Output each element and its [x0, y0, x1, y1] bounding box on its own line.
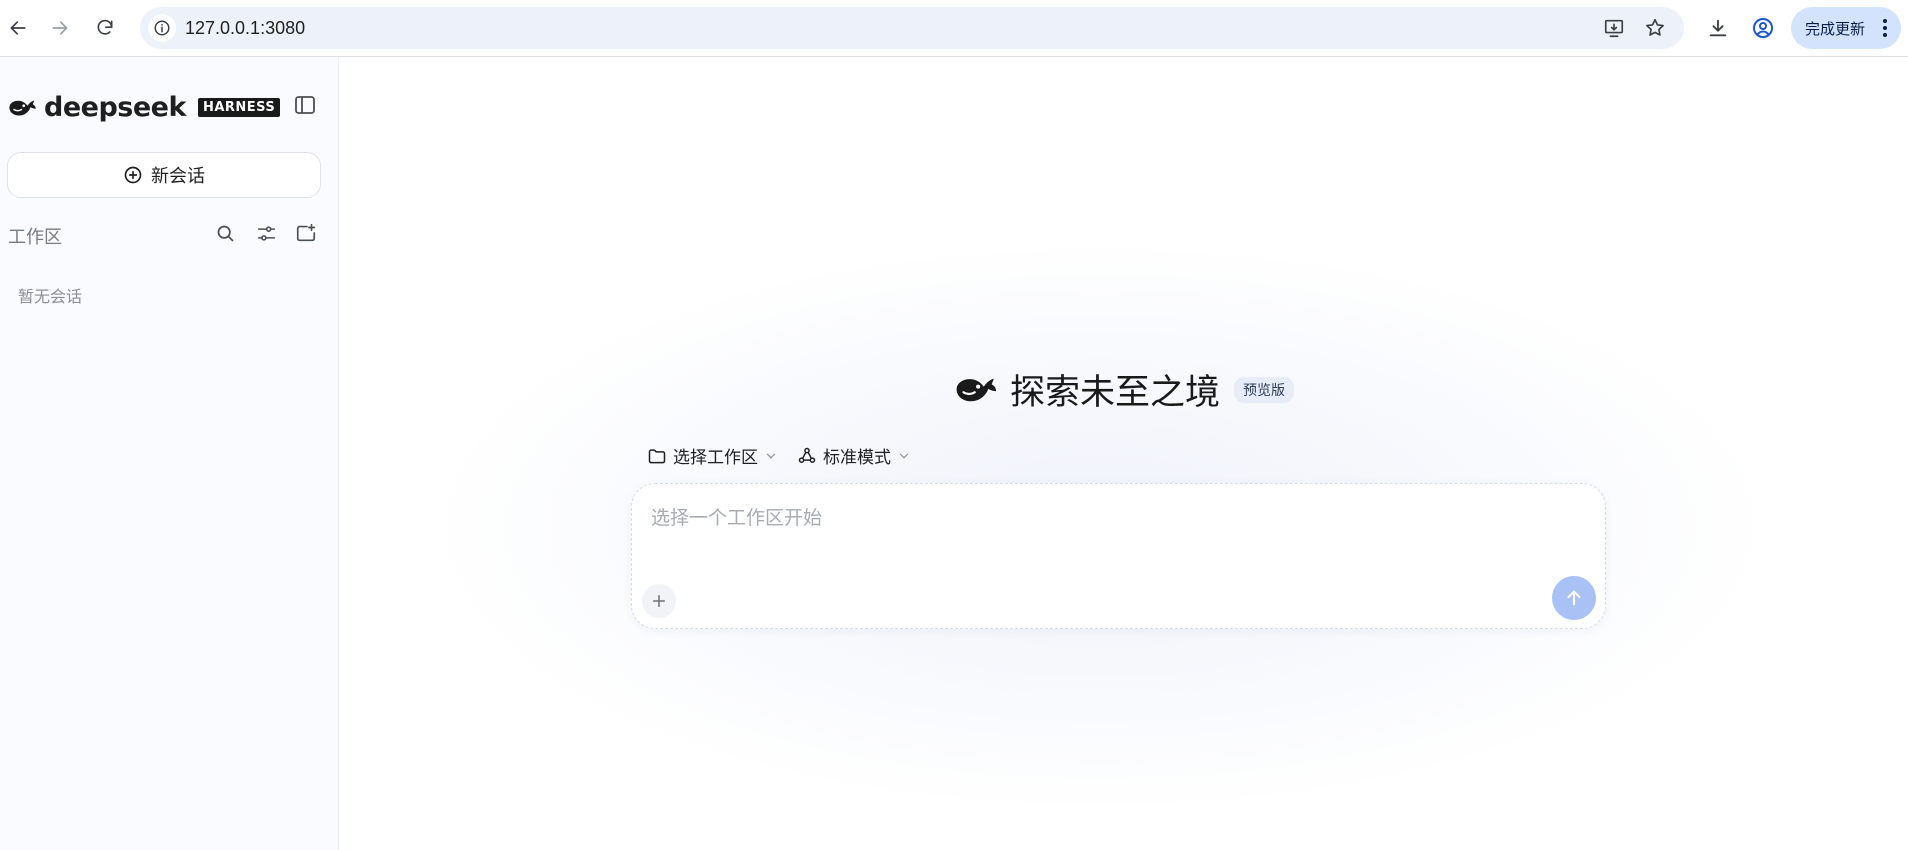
filter-workspace-button[interactable]	[253, 220, 279, 246]
forward-button[interactable]	[42, 10, 78, 46]
attach-button[interactable]	[642, 584, 676, 618]
update-label: 完成更新	[1805, 19, 1866, 38]
search-workspace-button[interactable]	[212, 220, 238, 246]
bookmark-button[interactable]	[1643, 16, 1667, 40]
empty-sessions-text: 暂无会话	[18, 287, 83, 306]
preview-badge: 预览版	[1234, 376, 1295, 403]
reload-icon	[97, 19, 113, 35]
downloads-button[interactable]	[1703, 13, 1733, 43]
plus-circle-icon	[124, 166, 142, 184]
message-composer	[631, 483, 1606, 629]
url-text[interactable]: 127.0.0.1:3080	[185, 18, 305, 39]
sliders-icon	[257, 225, 275, 241]
forward-icon	[52, 21, 68, 35]
profile-icon	[1753, 18, 1773, 38]
workspace-selector-label: 选择工作区	[673, 448, 758, 468]
back-button[interactable]	[0, 10, 36, 46]
mode-selector-label: 标准模式	[823, 448, 891, 468]
folder-icon	[648, 448, 666, 463]
site-info-button[interactable]	[148, 14, 176, 42]
mode-icon	[798, 447, 816, 463]
plus-icon	[653, 595, 665, 607]
chevron-down-icon	[766, 453, 776, 459]
site-info-icon	[154, 20, 170, 36]
update-button[interactable]: 完成更新	[1791, 7, 1901, 49]
sidebar-panel-icon	[295, 96, 315, 114]
reload-button[interactable]	[87, 10, 123, 46]
chevron-down-icon	[899, 453, 909, 459]
download-icon	[1709, 19, 1727, 37]
back-icon	[10, 21, 26, 35]
toggle-sidebar-button[interactable]	[293, 93, 317, 117]
workspace-selector[interactable]: 选择工作区	[647, 443, 778, 468]
brand-logo[interactable]: deepseek HARNESS	[8, 92, 281, 123]
menu-dots-icon	[1883, 19, 1887, 37]
install-app-icon	[1604, 19, 1624, 38]
workspace-section-label: 工作区	[8, 227, 62, 248]
whale-logo-icon	[956, 378, 997, 401]
arrow-up-icon	[1567, 590, 1581, 606]
hero-heading: 探索未至之境 预览版	[954, 364, 1295, 415]
browser-toolbar: 127.0.0.1:3080 完成更新	[0, 0, 1908, 57]
search-icon	[217, 225, 233, 241]
message-input[interactable]	[651, 500, 1551, 536]
mode-selector[interactable]: 标准模式	[797, 443, 911, 468]
new-chat-label: 新会话	[151, 166, 205, 187]
folder-plus-icon	[296, 223, 316, 242]
sidebar: deepseek HARNESS 新会话 工作区 暂无会话	[0, 57, 339, 850]
add-workspace-button[interactable]	[293, 220, 319, 246]
profile-button[interactable]	[1748, 13, 1778, 43]
brand-name: deepseek	[44, 92, 186, 123]
install-app-button[interactable]	[1602, 16, 1626, 40]
whale-logo-icon	[9, 100, 36, 115]
hero-title: 探索未至之境	[1010, 373, 1221, 413]
send-button[interactable]	[1552, 576, 1596, 620]
main-area: 探索未至之境 预览版 选择工作区 标准模式	[340, 57, 1908, 850]
address-bar[interactable]: 127.0.0.1:3080	[140, 7, 1684, 49]
new-chat-button[interactable]: 新会话	[7, 152, 321, 198]
brand-badge: HARNESS	[197, 98, 281, 117]
bookmark-star-icon	[1646, 18, 1664, 36]
